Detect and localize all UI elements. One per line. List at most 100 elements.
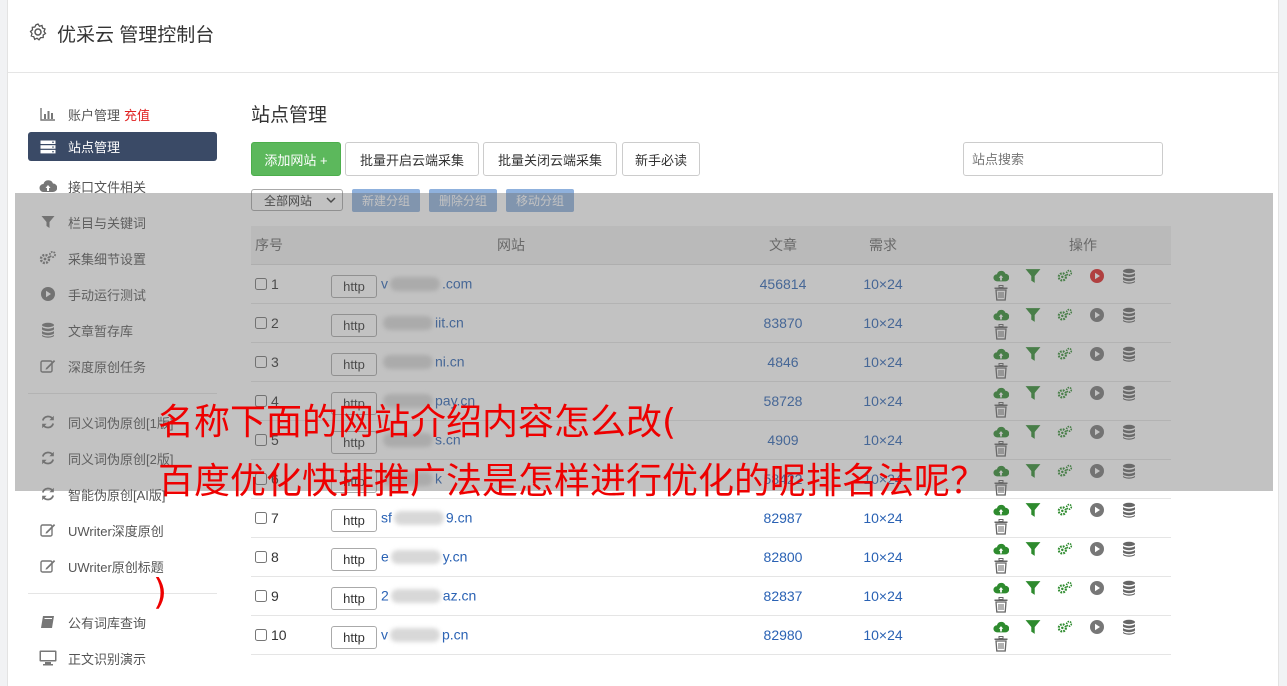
- monitor-icon: [39, 649, 57, 667]
- redacted-text: [390, 549, 441, 564]
- sidebar-item-public-lexicon[interactable]: 公有词库查询: [28, 604, 217, 640]
- row-num-cell: 8: [251, 537, 329, 576]
- play-circle-icon[interactable]: [1089, 580, 1105, 596]
- server-icon: [39, 138, 57, 156]
- sidebar-item-label: UWriter深度原创: [68, 523, 164, 539]
- row-num-cell: 10: [251, 615, 329, 654]
- site-domain[interactable]: y.cn: [443, 549, 468, 565]
- main-content: 站点管理 添加网站 + 批量开启云端采集 批量关闭云端采集 新手必读 全部网站 …: [251, 100, 1176, 654]
- site-domain-prefix[interactable]: sf: [381, 510, 392, 526]
- row-ops: [909, 537, 1171, 576]
- row-articles[interactable]: 82800: [709, 537, 857, 576]
- row-num: 10: [271, 626, 287, 643]
- row-demand[interactable]: 10×24: [857, 576, 909, 615]
- cloud-upload-icon[interactable]: [993, 541, 1009, 557]
- row-demand[interactable]: 10×24: [857, 615, 909, 654]
- filter-icon[interactable]: [1025, 619, 1041, 635]
- row-articles[interactable]: 82837: [709, 576, 857, 615]
- watermark-line-2: 百度优化快排推广法是怎样进行优化的呢排名法呢？: [158, 461, 987, 502]
- sidebar-item-uwriter-title[interactable]: UWriter原创标题: [28, 548, 217, 584]
- site-search-input[interactable]: [963, 142, 1163, 176]
- watermark-line-1: 名称下面的网站介绍内容怎么改(: [158, 402, 677, 443]
- filter-icon[interactable]: [1025, 541, 1041, 557]
- filter-icon[interactable]: [1025, 502, 1041, 518]
- sidebar-divider: [28, 593, 217, 594]
- row-articles[interactable]: 82980: [709, 615, 857, 654]
- table-row: 10 http v p.cn 82980 10×24: [251, 615, 1171, 654]
- play-circle-icon[interactable]: [1089, 541, 1105, 557]
- cloud-upload-icon[interactable]: [993, 619, 1009, 635]
- trash-icon[interactable]: [993, 518, 1009, 535]
- cogs-icon[interactable]: [1057, 502, 1073, 518]
- cloud-upload-icon[interactable]: [993, 580, 1009, 596]
- beginner-guide-button[interactable]: 新手必读: [622, 142, 700, 176]
- add-site-button[interactable]: 添加网站 +: [251, 142, 341, 176]
- edit-icon: [39, 521, 57, 539]
- bar-chart-icon: [39, 105, 57, 123]
- http-badge[interactable]: http: [331, 587, 377, 610]
- database-icon[interactable]: [1121, 580, 1137, 596]
- site-domain[interactable]: 9.cn: [446, 510, 472, 526]
- site-domain[interactable]: p.cn: [442, 627, 468, 643]
- row-num-cell: 9: [251, 576, 329, 615]
- trash-icon[interactable]: [993, 635, 1009, 652]
- play-circle-icon[interactable]: [1089, 619, 1105, 635]
- book-icon: [39, 613, 57, 631]
- batch-enable-cloud-button[interactable]: 批量开启云端采集: [345, 142, 479, 176]
- site-domain-prefix[interactable]: 2: [381, 588, 389, 604]
- app-title: 优采云 管理控制台: [57, 25, 215, 46]
- gray-overlay: [15, 193, 1273, 491]
- batch-disable-cloud-button[interactable]: 批量关闭云端采集: [483, 142, 617, 176]
- watermark-line-3: ): [153, 572, 168, 613]
- row-site-cell: http v p.cn: [329, 615, 709, 654]
- redacted-text: [390, 588, 441, 603]
- sidebar-item-account[interactable]: 账户管理 充值: [28, 96, 217, 132]
- row-checkbox[interactable]: [255, 550, 267, 563]
- redacted-text: [393, 510, 444, 525]
- sidebar-item-label: 账户管理: [68, 107, 121, 123]
- row-ops: [909, 615, 1171, 654]
- table-row: 9 http 2 az.cn 82837 10×24: [251, 576, 1171, 615]
- site-domain-prefix[interactable]: v: [381, 627, 388, 643]
- row-num: 9: [271, 587, 279, 604]
- sidebar-item-label: 正文识别演示: [68, 651, 147, 667]
- cloud-upload-icon[interactable]: [993, 502, 1009, 518]
- row-num: 8: [271, 548, 279, 565]
- cogs-icon[interactable]: [1057, 580, 1073, 596]
- sidebar-item-label: UWriter原创标题: [68, 559, 164, 575]
- row-num: 7: [271, 509, 279, 526]
- row-site-cell: http 2 az.cn: [329, 576, 709, 615]
- row-ops: [909, 576, 1171, 615]
- table-row: 8 http e y.cn 82800 10×24: [251, 537, 1171, 576]
- sidebar-item-uwriter-deep[interactable]: UWriter深度原创: [28, 512, 217, 548]
- site-domain-prefix[interactable]: e: [381, 549, 389, 565]
- row-demand[interactable]: 10×24: [857, 537, 909, 576]
- filter-icon[interactable]: [1025, 580, 1041, 596]
- http-badge[interactable]: http: [331, 626, 377, 649]
- trash-icon[interactable]: [993, 596, 1009, 613]
- sidebar-item-sites[interactable]: 站点管理: [28, 132, 217, 161]
- play-circle-icon[interactable]: [1089, 502, 1105, 518]
- trash-icon[interactable]: [993, 557, 1009, 574]
- redacted-text: [390, 627, 440, 642]
- sidebar-item-label: 站点管理: [68, 140, 121, 155]
- recharge-link[interactable]: 充值: [124, 105, 150, 124]
- http-badge[interactable]: http: [331, 509, 377, 532]
- row-checkbox[interactable]: [255, 628, 267, 641]
- database-icon[interactable]: [1121, 619, 1137, 635]
- top-bar: 优采云 管理控制台: [8, 0, 1278, 73]
- cogs-icon[interactable]: [1057, 541, 1073, 557]
- database-icon[interactable]: [1121, 541, 1137, 557]
- edit-icon: [39, 557, 57, 575]
- row-checkbox[interactable]: [255, 589, 267, 602]
- sidebar-item-label: 公有词库查询: [68, 615, 147, 631]
- sidebar-item-text-recognition[interactable]: 正文识别演示: [28, 640, 217, 676]
- http-badge[interactable]: http: [331, 548, 377, 571]
- cogs-icon[interactable]: [1057, 619, 1073, 635]
- database-icon[interactable]: [1121, 502, 1137, 518]
- page-title: 站点管理: [251, 105, 328, 126]
- gear-icon[interactable]: [28, 22, 48, 42]
- row-site-cell: http e y.cn: [329, 537, 709, 576]
- row-checkbox[interactable]: [255, 511, 267, 524]
- site-domain[interactable]: az.cn: [443, 588, 476, 604]
